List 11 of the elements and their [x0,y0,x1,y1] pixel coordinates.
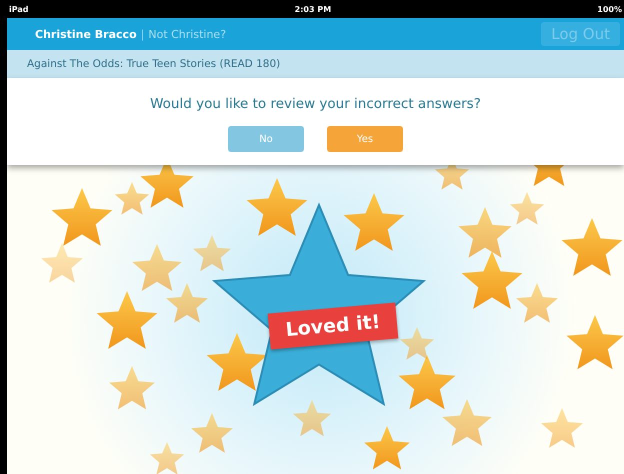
switch-user-link[interactable]: Not Christine? [148,28,226,40]
book-title: Against The Odds: True Teen Stories (READ 180) [27,58,280,70]
answer-button[interactable]: No [228,126,304,152]
separator: | [140,28,144,40]
device-label: iPad [9,4,29,14]
dialog-question: Would you like to review your incorrect answers? [150,96,481,112]
user-name: Christine Bracco [35,28,137,40]
battery-label: 100% [597,4,622,14]
logout-button[interactable]: Log Out [541,22,620,46]
answer-button[interactable]: Yes [327,126,403,152]
clock-time: 2:03 PM [294,4,332,14]
